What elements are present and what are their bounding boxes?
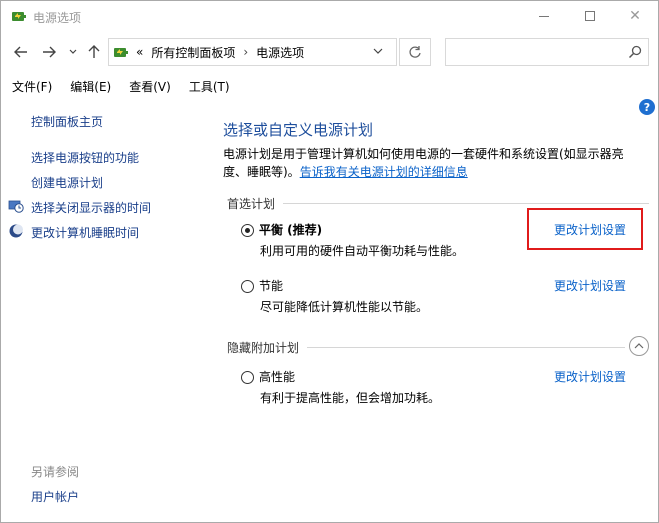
back-button[interactable] bbox=[11, 42, 31, 62]
minimize-button[interactable] bbox=[521, 1, 567, 31]
collapse-hidden-plans-button[interactable] bbox=[629, 336, 649, 356]
power-plan-info-link[interactable]: 告诉我有关电源计划的详细信息 bbox=[300, 165, 468, 179]
close-button[interactable]: ✕ bbox=[612, 1, 658, 31]
refresh-icon bbox=[409, 46, 421, 58]
sidebar-item-display-off-time[interactable]: 选择关闭显示器的时间 bbox=[31, 199, 151, 216]
plan-power-saver-radio[interactable] bbox=[241, 280, 254, 293]
breadcrumb-power-options[interactable]: 电源选项 bbox=[256, 44, 304, 61]
refresh-button[interactable] bbox=[399, 38, 431, 66]
breadcrumb: « 所有控制面板项 › 电源选项 bbox=[136, 44, 304, 61]
navigation-bar: « 所有控制面板项 › 电源选项 bbox=[1, 35, 658, 69]
menu-tools[interactable]: 工具(T) bbox=[189, 78, 230, 95]
sidebar-item-create-plan[interactable]: 创建电源计划 bbox=[31, 174, 103, 191]
sleep-moon-icon bbox=[9, 224, 23, 238]
menu-bar: 文件(F) 编辑(E) 查看(V) 工具(T) bbox=[1, 75, 658, 97]
up-button[interactable] bbox=[84, 42, 104, 62]
display-clock-icon bbox=[8, 200, 24, 213]
title-bar: 电源选项 ✕ bbox=[1, 1, 658, 31]
plan-high-performance-description: 有利于提高性能，但会增加功耗。 bbox=[260, 391, 441, 405]
sidebar-item-user-accounts[interactable]: 用户帐户 bbox=[31, 488, 79, 505]
sidebar-item-power-button[interactable]: 选择电源按钮的功能 bbox=[31, 149, 139, 166]
page-title: 选择或自定义电源计划 bbox=[223, 121, 374, 139]
plan-high-performance-name[interactable]: 高性能 bbox=[259, 368, 295, 385]
close-icon: ✕ bbox=[629, 8, 641, 24]
plan-high-performance-change-settings-link[interactable]: 更改计划设置 bbox=[554, 368, 626, 385]
address-bar[interactable]: « 所有控制面板项 › 电源选项 bbox=[108, 38, 397, 66]
control-panel-icon bbox=[114, 48, 128, 57]
plan-power-saver-description: 尽可能降低计算机性能以节能。 bbox=[260, 300, 429, 314]
recent-locations-button[interactable] bbox=[63, 42, 83, 62]
forward-button[interactable] bbox=[39, 42, 59, 62]
plan-power-saver-change-settings-link[interactable]: 更改计划设置 bbox=[554, 277, 626, 294]
highlight-annotation bbox=[527, 208, 643, 250]
sidebar-control-panel-home[interactable]: 控制面板主页 bbox=[31, 113, 103, 130]
breadcrumb-all-control-panel-items[interactable]: 所有控制面板项 bbox=[151, 44, 235, 61]
preferred-plans-heading: 首选计划 bbox=[227, 197, 276, 211]
menu-view[interactable]: 查看(V) bbox=[129, 78, 171, 95]
maximize-icon bbox=[585, 11, 595, 21]
search-input[interactable] bbox=[445, 38, 649, 66]
arrow-right-icon bbox=[43, 46, 56, 58]
plan-high-performance-radio[interactable] bbox=[241, 371, 254, 384]
breadcrumb-overflow[interactable]: « bbox=[136, 45, 143, 59]
chevron-down-icon bbox=[69, 49, 77, 54]
window-title: 电源选项 bbox=[33, 11, 82, 25]
minimize-icon bbox=[539, 15, 549, 17]
chevron-up-icon bbox=[634, 343, 644, 349]
hidden-plans-heading[interactable]: 隐藏附加计划 bbox=[227, 339, 299, 356]
maximize-button[interactable] bbox=[567, 1, 613, 31]
arrow-left-icon bbox=[14, 46, 27, 58]
group-divider bbox=[307, 347, 625, 348]
see-also-heading: 另请参阅 bbox=[31, 465, 80, 479]
group-divider bbox=[283, 203, 649, 204]
sidebar-item-sleep-time[interactable]: 更改计算机睡眠时间 bbox=[31, 224, 139, 241]
plan-balanced-description: 利用可用的硬件自动平衡功耗与性能。 bbox=[260, 244, 465, 258]
plan-balanced-name[interactable]: 平衡 (推荐) bbox=[259, 221, 322, 238]
page-description: 电源计划是用于管理计算机如何使用电源的一套硬件和系统设置(如显示器亮度、睡眠等)… bbox=[223, 145, 643, 181]
help-icon[interactable]: ? bbox=[639, 99, 655, 115]
arrow-up-icon bbox=[88, 45, 100, 58]
breadcrumb-separator-icon: › bbox=[243, 45, 249, 59]
sidebar: 控制面板主页 选择电源按钮的功能 创建电源计划 选择关闭显示器的时间 更改计算机… bbox=[1, 97, 206, 522]
search-icon[interactable] bbox=[628, 45, 642, 59]
chevron-down-icon bbox=[373, 48, 383, 54]
plan-power-saver-name[interactable]: 节能 bbox=[259, 277, 283, 294]
power-options-icon bbox=[12, 12, 26, 21]
plan-balanced-radio[interactable] bbox=[241, 224, 254, 237]
address-dropdown-button[interactable] bbox=[371, 44, 385, 58]
menu-file[interactable]: 文件(F) bbox=[12, 78, 52, 95]
power-options-window: 电源选项 ✕ « 所有控制面板项 › 电源选项 文件(F) 编辑(E) 查看(V… bbox=[0, 0, 659, 523]
menu-edit[interactable]: 编辑(E) bbox=[70, 78, 111, 95]
